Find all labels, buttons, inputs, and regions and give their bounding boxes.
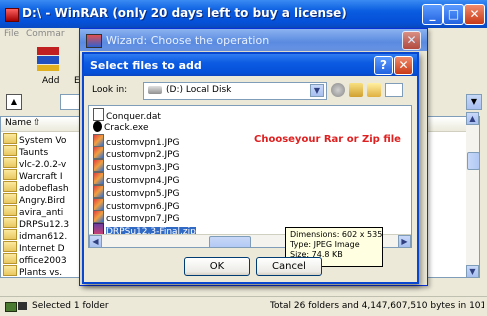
add-archive-icon[interactable]: [34, 46, 62, 72]
scroll-down-button[interactable]: ▼: [466, 265, 479, 278]
folder-icon: [3, 157, 17, 168]
wizard-title-bar[interactable]: Wizard: Choose the operation ✕: [80, 29, 427, 51]
file-icon: [3, 265, 17, 276]
folder-icon: [3, 133, 17, 144]
close-button[interactable]: ✕: [464, 4, 485, 25]
main-list-item[interactable]: Plants vs.: [3, 265, 62, 278]
main-list-item-label: Plants vs.: [19, 268, 63, 278]
add-button-label[interactable]: Add: [42, 76, 59, 86]
help-button[interactable]: ?: [374, 56, 393, 75]
winrar-app-icon: [5, 8, 19, 22]
new-folder-icon[interactable]: [367, 83, 381, 97]
exe-file-icon: [93, 120, 102, 132]
cancel-button[interactable]: Cancel: [256, 257, 322, 276]
file-icon: [3, 229, 17, 240]
key-status-icon: [18, 302, 27, 310]
dialog-close-button[interactable]: ✕: [394, 56, 413, 75]
scroll-up-button[interactable]: ▲: [466, 112, 479, 125]
up-folder-icon[interactable]: ▲: [6, 94, 22, 110]
status-bar: Selected 1 folder Total 26 folders and 4…: [0, 296, 487, 316]
back-icon[interactable]: [331, 83, 345, 97]
address-dropdown-button[interactable]: ▼: [466, 94, 482, 110]
look-in-combo[interactable]: (D:) Local Disk ▼: [143, 82, 327, 100]
jpg-file-icon: [93, 172, 104, 185]
dialog-title: Select files to add: [90, 59, 202, 72]
file-icon: [3, 205, 17, 216]
status-total-text: Total 26 folders and 4,147,607,510 bytes…: [270, 301, 484, 311]
view-menu-icon[interactable]: [385, 83, 403, 97]
main-title-bar[interactable]: D:\ - WinRAR (only 20 days left to buy a…: [0, 0, 487, 28]
hscroll-right-button[interactable]: ▶: [398, 235, 411, 247]
menu-commands[interactable]: Commar: [26, 29, 65, 39]
tooltip-type: Type: JPEG Image: [290, 240, 360, 249]
column-name-header[interactable]: Name: [5, 118, 32, 128]
scroll-thumb[interactable]: [467, 152, 480, 170]
file-icon: [3, 217, 17, 228]
status-selection-text: Selected 1 folder: [32, 301, 109, 311]
ok-button[interactable]: OK: [184, 257, 250, 276]
jpg-file-icon: [93, 133, 104, 147]
look-in-value: (D:) Local Disk: [166, 85, 232, 95]
dat-file-icon: [93, 108, 104, 121]
hscroll-thumb[interactable]: [209, 236, 251, 247]
sort-arrow-icon: ⇧: [33, 118, 41, 128]
disk-icon: [148, 86, 162, 94]
select-files-dialog: Select files to add ? ✕ Look in: (D:) Lo…: [82, 52, 419, 284]
file-icon: [3, 181, 17, 192]
file-list-item-label: Crack.exe: [104, 122, 149, 133]
main-vertical-scrollbar[interactable]: ▲ ▼: [466, 112, 480, 278]
drive-status-icon: [5, 302, 17, 312]
jpg-file-icon: [93, 210, 104, 224]
menu-file[interactable]: File: [4, 29, 19, 39]
combo-dropdown-icon[interactable]: ▼: [310, 84, 324, 97]
dialog-title-bar[interactable]: Select files to add ? ✕: [84, 54, 417, 76]
annotation-text: Chooseyour Rar or Zip file: [254, 134, 401, 145]
file-icon: [3, 193, 17, 204]
main-window-title: D:\ - WinRAR (only 20 days left to buy a…: [22, 6, 347, 20]
wizard-close-button[interactable]: ✕: [402, 31, 421, 50]
tooltip-dimensions: Dimensions: 602 x 535: [290, 230, 383, 239]
address-drive-icon: [60, 94, 80, 110]
folder-icon: [3, 169, 17, 180]
file-icon: [3, 241, 17, 252]
jpg-file-icon: [93, 159, 104, 173]
jpg-file-icon: [93, 146, 104, 160]
jpg-file-icon: [93, 184, 104, 198]
wizard-app-icon: [86, 34, 102, 48]
wizard-title: Wizard: Choose the operation: [106, 34, 270, 47]
look-in-label: Look in:: [92, 85, 128, 95]
minimize-button[interactable]: _: [422, 4, 443, 25]
up-one-level-icon[interactable]: [349, 83, 363, 97]
maximize-button[interactable]: □: [443, 4, 464, 25]
hscroll-left-button[interactable]: ◀: [89, 235, 102, 247]
folder-icon: [3, 145, 17, 156]
jpg-file-icon: [93, 197, 104, 211]
file-icon: [3, 253, 17, 264]
